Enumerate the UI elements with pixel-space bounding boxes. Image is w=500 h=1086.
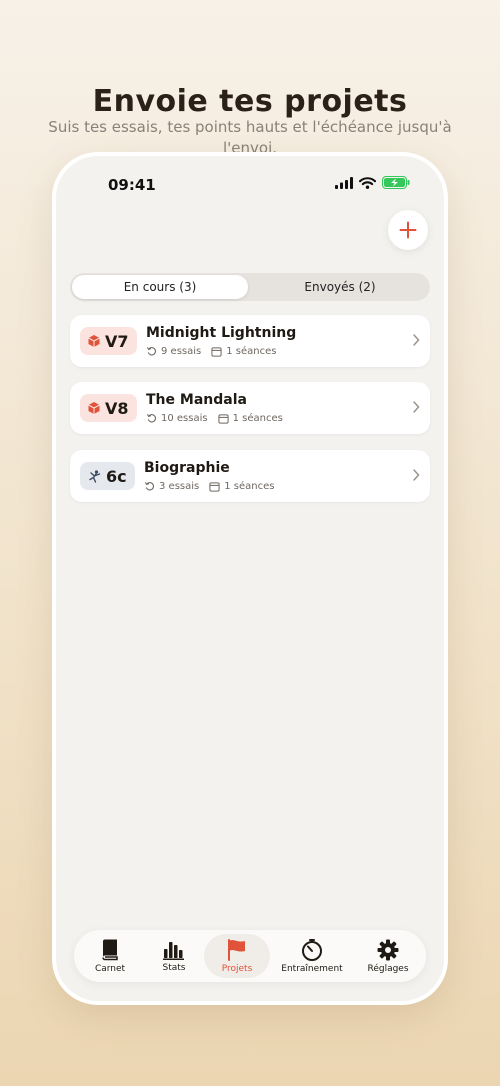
cube-icon — [88, 335, 100, 347]
attempts-count: 9 essais — [161, 346, 202, 357]
tab-reglages[interactable]: Réglages — [357, 930, 419, 982]
chevron-right-icon — [413, 401, 420, 413]
attempts-count: 10 essais — [161, 413, 208, 424]
book-icon — [102, 939, 118, 960]
climber-icon — [89, 469, 101, 483]
tab-label: Stats — [162, 962, 186, 973]
promo-headline: Envoie tes projets — [92, 84, 408, 119]
cube-icon — [88, 402, 100, 414]
flag-icon — [228, 938, 245, 961]
calendar-icon — [209, 482, 220, 492]
gear-icon — [377, 939, 399, 960]
project-meta: 10 essais 1 séances — [146, 413, 283, 424]
timer-icon — [302, 938, 322, 961]
tab-label: Réglages — [367, 963, 409, 974]
projects-segmented-control: En cours (3) Envoyés (2) — [70, 273, 430, 301]
calendar-icon — [218, 414, 229, 424]
sessions-count: 1 séances — [226, 346, 277, 357]
grade-label: 6c — [106, 466, 127, 486]
grade-badge: V7 — [80, 327, 137, 355]
segment-tab-sent[interactable]: Envoyés (2) — [252, 275, 428, 299]
tab-bar: Carnet Stats Projets Entraînement Réglag… — [74, 930, 426, 982]
grade-label: V8 — [105, 398, 129, 418]
tab-label: Carnet — [94, 963, 126, 974]
add-project-button[interactable] — [388, 210, 428, 250]
promo-subline: Suis tes essais, tes points hauts et l'é… — [48, 118, 452, 157]
tab-label: Projets — [221, 963, 253, 974]
tab-projets[interactable]: Projets — [209, 930, 265, 982]
grade-badge: V8 — [80, 394, 137, 422]
attempts-count: 3 essais — [159, 481, 200, 492]
status-bar: 09:41 — [56, 156, 444, 212]
sessions-count: 1 séances — [232, 413, 283, 424]
bar-chart-icon — [163, 941, 184, 960]
signal-icon — [335, 176, 353, 189]
wifi-icon — [359, 176, 376, 189]
chevron-right-icon — [413, 334, 420, 346]
sessions-count: 1 séances — [224, 481, 275, 492]
project-card[interactable]: V7 Midnight Lightning 9 essais 1 séances — [70, 315, 430, 367]
chevron-right-icon — [413, 469, 420, 481]
status-icons — [335, 176, 410, 189]
retry-icon — [146, 414, 156, 423]
battery-charging-icon — [382, 176, 410, 189]
grade-badge: 6c — [80, 462, 135, 490]
plus-icon — [399, 221, 417, 239]
project-meta: 9 essais 1 séances — [146, 346, 276, 357]
status-time: 09:41 — [108, 176, 156, 194]
calendar-icon — [211, 347, 222, 357]
project-meta: 3 essais 1 séances — [144, 481, 274, 492]
phone-screen: 09:41 En cours (3) Envoyés (2) V7 Midnig… — [56, 156, 444, 1001]
tab-stats[interactable]: Stats — [146, 930, 202, 982]
project-name: Midnight Lightning — [146, 325, 297, 341]
retry-icon — [144, 482, 154, 491]
tab-label: Entraînement — [281, 963, 343, 974]
project-name: The Mandala — [146, 392, 247, 408]
retry-icon — [146, 347, 156, 356]
tab-entrainement[interactable]: Entraînement — [272, 930, 352, 982]
project-name: Biographie — [144, 460, 230, 476]
project-card[interactable]: 6c Biographie 3 essais 1 séances — [70, 450, 430, 502]
project-card[interactable]: V8 The Mandala 10 essais 1 séances — [70, 382, 430, 434]
tab-carnet[interactable]: Carnet — [82, 930, 138, 982]
grade-label: V7 — [105, 331, 129, 351]
segment-tab-in-progress[interactable]: En cours (3) — [72, 275, 248, 299]
